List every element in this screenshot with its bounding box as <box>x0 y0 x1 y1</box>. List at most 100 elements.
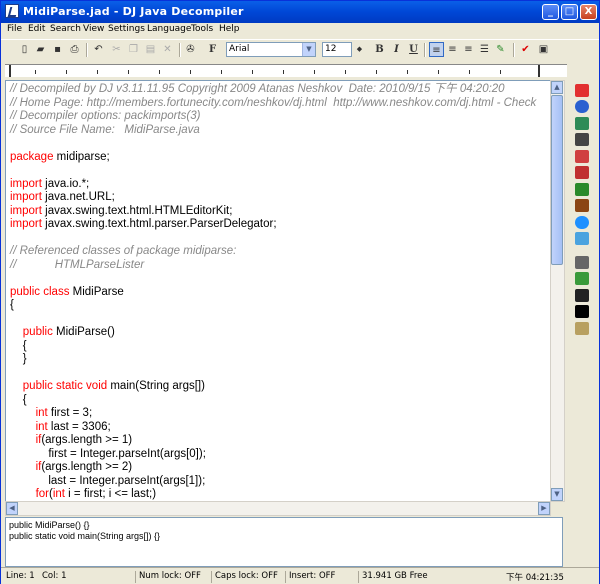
code-line[interactable]: package midiparse; <box>10 151 536 165</box>
horizontal-scrollbar[interactable]: ◀ ▶ <box>5 501 551 516</box>
terminal-icon[interactable] <box>575 289 589 302</box>
maximize-button[interactable]: □ <box>561 4 578 20</box>
align-right-icon[interactable]: ≡ <box>461 42 476 57</box>
code-line[interactable]: { <box>10 394 536 408</box>
code-line[interactable]: if(args.length >= 1) <box>10 434 536 448</box>
cut-icon[interactable]: ✂ <box>109 42 124 57</box>
vertical-scrollbar[interactable]: ▲ ▼ <box>550 80 565 502</box>
undo-icon[interactable]: ↶ <box>91 42 106 57</box>
ruler-tick <box>376 70 377 74</box>
code-line[interactable]: // HTMLParseLister <box>10 259 536 273</box>
menu-language[interactable]: Language <box>147 24 191 34</box>
code-line[interactable] <box>10 272 536 286</box>
printer-icon[interactable] <box>575 256 589 269</box>
code-line[interactable]: public static void main(String args[]) <box>10 380 536 394</box>
scroll-thumb[interactable] <box>551 95 563 265</box>
code-line[interactable] <box>10 164 536 178</box>
left-indent-marker[interactable] <box>9 65 11 77</box>
menu-view[interactable]: View <box>83 24 104 34</box>
title-bar[interactable]: MidiParse.jad - DJ Java Decompiler _ □ X <box>1 1 599 23</box>
scroll-down-icon[interactable]: ▼ <box>551 488 563 501</box>
italic-button[interactable]: I <box>389 42 404 57</box>
chevron-down-icon[interactable]: ▼ <box>302 43 315 56</box>
member-outline-panel[interactable]: public MidiParse() {} public static void… <box>5 517 563 567</box>
print-icon[interactable]: ⎙ <box>67 42 82 57</box>
code-line[interactable]: } <box>10 353 536 367</box>
console-icon[interactable] <box>575 305 589 318</box>
menu-help[interactable]: Help <box>219 24 240 34</box>
code-line[interactable]: import java.net.URL; <box>10 191 536 205</box>
outline-item[interactable]: public MidiParse() {} <box>9 520 559 531</box>
paste-icon[interactable]: ▤ <box>143 42 158 57</box>
code-line[interactable] <box>10 313 536 327</box>
code-line[interactable]: int last = 3306; <box>10 421 536 435</box>
code-line[interactable]: { <box>10 299 536 313</box>
code-line[interactable]: for(int i = first; i <= last;) <box>10 488 536 501</box>
code-line[interactable]: public class MidiParse <box>10 286 536 300</box>
spellcheck-icon[interactable]: ✔ <box>518 42 533 57</box>
code-line[interactable]: first = Integer.parseInt(args[0]); <box>10 448 536 462</box>
code-line[interactable]: public MidiParse() <box>10 326 536 340</box>
close-button[interactable]: X <box>580 4 597 20</box>
menu-file[interactable]: File <box>7 24 22 34</box>
minimize-button[interactable]: _ <box>542 4 559 20</box>
code-line[interactable]: import javax.swing.text.html.HTMLEditorK… <box>10 205 536 219</box>
copy-icon[interactable]: ❐ <box>126 42 141 57</box>
code-line[interactable]: // Home Page: http://members.fortunecity… <box>10 97 536 111</box>
font-button[interactable]: F <box>205 42 220 57</box>
navigate-icon[interactable] <box>575 100 589 113</box>
bold-button[interactable]: B <box>372 42 387 57</box>
delete-icon[interactable]: ✕ <box>160 42 175 57</box>
code-line[interactable]: import javax.swing.text.html.parser.Pars… <box>10 218 536 232</box>
align-left-icon[interactable]: ≡ <box>429 42 444 57</box>
align-center-icon[interactable]: ≡ <box>445 42 460 57</box>
code-line[interactable]: import java.io.*; <box>10 178 536 192</box>
underline-button[interactable]: U <box>406 42 421 57</box>
code-line[interactable]: // Referenced classes of package midipar… <box>10 245 536 259</box>
refresh-icon[interactable] <box>575 272 589 285</box>
globe-icon[interactable] <box>575 216 589 229</box>
new-file-icon[interactable]: ▯ <box>17 42 32 57</box>
page-setup-icon[interactable]: ▣ <box>536 42 551 57</box>
open-file-icon[interactable]: ▰ <box>33 42 48 57</box>
outline-item[interactable]: public static void main(String args[]) {… <box>9 531 559 542</box>
code-line[interactable] <box>10 367 536 381</box>
menu-settings[interactable]: Settings <box>108 24 145 34</box>
code-line[interactable] <box>10 137 536 151</box>
menu-edit[interactable]: Edit <box>28 24 45 34</box>
package-icon[interactable] <box>575 199 589 212</box>
close-document-icon[interactable] <box>575 84 589 97</box>
code-line[interactable]: // Source File Name: MidiParse.java <box>10 124 536 138</box>
font-size-input[interactable]: 12 <box>322 42 352 57</box>
bullet-list-icon[interactable]: ☰ <box>477 42 492 57</box>
menu-tools[interactable]: Tools <box>191 24 213 34</box>
code-line[interactable]: last = Integer.parseInt(args[1]); <box>10 475 536 489</box>
font-name-select[interactable]: Arial ▼ <box>226 42 316 57</box>
archive-icon[interactable] <box>575 183 589 196</box>
code-text[interactable]: // Decompiled by DJ v3.11.11.95 Copyrigh… <box>10 83 536 501</box>
decompile-icon[interactable]: ✎ <box>493 42 508 57</box>
right-indent-marker[interactable] <box>538 65 540 77</box>
ruler-tick <box>35 70 36 74</box>
code-line[interactable]: if(args.length >= 2) <box>10 461 536 475</box>
code-line[interactable]: int first = 3; <box>10 407 536 421</box>
code-line[interactable]: // Decompiler options: packimports(3) <box>10 110 536 124</box>
eraser-icon[interactable] <box>575 166 589 179</box>
search-icon[interactable] <box>575 232 589 245</box>
menu-search[interactable]: Search <box>50 24 81 34</box>
font-size-spinner-icon[interactable]: ◆ <box>352 42 367 57</box>
scroll-right-icon[interactable]: ▶ <box>538 502 550 515</box>
scroll-up-icon[interactable]: ▲ <box>551 81 563 94</box>
inspect-icon[interactable] <box>575 322 589 335</box>
scroll-left-icon[interactable]: ◀ <box>6 502 18 515</box>
ruler-track[interactable] <box>5 64 567 77</box>
code-line[interactable] <box>10 232 536 246</box>
code-editor[interactable]: // Decompiled by DJ v3.11.11.95 Copyrigh… <box>5 80 551 502</box>
screen-icon[interactable] <box>575 117 589 130</box>
find-binoculars-icon[interactable]: ✇ <box>183 42 198 57</box>
code-line[interactable]: // Decompiled by DJ v3.11.11.95 Copyrigh… <box>10 83 536 97</box>
jar-icon[interactable] <box>575 150 589 163</box>
class-icon[interactable] <box>575 133 589 146</box>
save-icon[interactable]: ▪ <box>50 42 65 57</box>
code-line[interactable]: { <box>10 340 536 354</box>
